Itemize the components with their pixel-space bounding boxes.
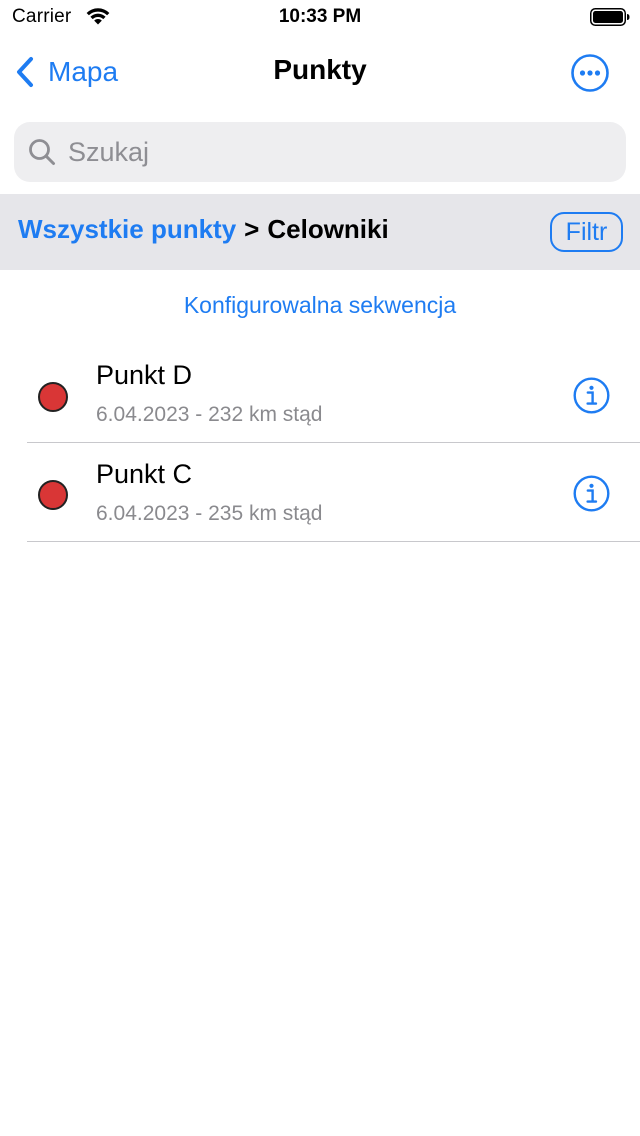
search-bar[interactable] bbox=[14, 122, 626, 182]
search-icon bbox=[29, 139, 55, 165]
search-input[interactable] bbox=[68, 136, 608, 168]
page-title: Punkty bbox=[273, 54, 367, 85]
breadcrumb-bar: Wszystkie punkty > Celowniki Filtr bbox=[0, 194, 640, 270]
breadcrumb: Wszystkie punkty > Celowniki bbox=[18, 214, 389, 245]
marker-dot-icon bbox=[38, 480, 68, 510]
battery-icon bbox=[590, 8, 630, 26]
point-name: Punkt D bbox=[96, 360, 193, 390]
point-detail: 6.04.2023 - 232 km stąd bbox=[96, 403, 323, 426]
status-bar: Carrier 10:33 PM bbox=[0, 0, 640, 36]
points-list: Punkt D 6.04.2023 - 232 km stąd Punkt C … bbox=[0, 344, 640, 542]
point-detail: 6.04.2023 - 235 km stąd bbox=[96, 502, 323, 525]
list-item[interactable]: Punkt C 6.04.2023 - 235 km stąd bbox=[0, 443, 640, 542]
breadcrumb-current: Celowniki bbox=[267, 214, 389, 244]
configurable-sequence-link[interactable]: Konfigurowalna sekwencja bbox=[0, 292, 640, 319]
breadcrumb-separator: > bbox=[244, 214, 260, 244]
navigation-bar: Mapa Punkty bbox=[0, 40, 640, 106]
more-options-icon[interactable] bbox=[570, 53, 610, 93]
info-icon[interactable] bbox=[573, 475, 610, 512]
point-name: Punkt C bbox=[96, 459, 193, 489]
info-icon[interactable] bbox=[573, 377, 610, 414]
list-item[interactable]: Punkt D 6.04.2023 - 232 km stąd bbox=[0, 344, 640, 443]
clock: 10:33 PM bbox=[278, 6, 362, 27]
row-divider bbox=[27, 541, 640, 542]
breadcrumb-root-link[interactable]: Wszystkie punkty bbox=[18, 214, 236, 245]
filter-button[interactable]: Filtr bbox=[550, 212, 623, 252]
marker-dot-icon bbox=[38, 382, 68, 412]
